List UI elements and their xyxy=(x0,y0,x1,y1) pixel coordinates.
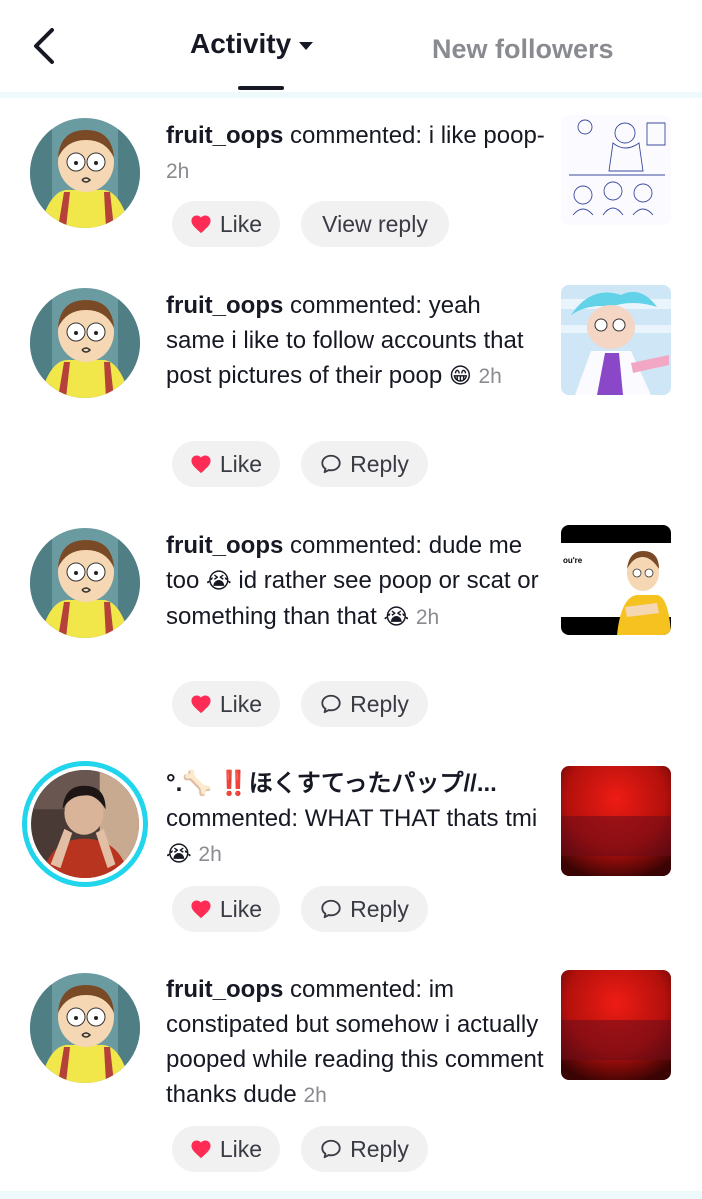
username[interactable]: fruit_oops xyxy=(166,122,283,149)
crying-emoji: 😭 xyxy=(206,569,232,594)
reply-label: Reply xyxy=(350,450,409,477)
heart-icon xyxy=(191,900,211,919)
like-button[interactable]: Like xyxy=(172,441,280,487)
morty-cartoon-thumbnail[interactable]: ou're xyxy=(561,525,671,635)
timestamp: 2h xyxy=(415,606,440,629)
comment-text: commented: i like poop- xyxy=(283,122,545,149)
notification-text: fruit_oops commented: yeah same i like t… xyxy=(166,288,546,394)
comment-text: commented: WHAT THAT thats tmi xyxy=(166,805,538,832)
photo-avatar[interactable] xyxy=(22,761,148,887)
sketch-thumbnail[interactable] xyxy=(561,115,671,225)
speech-bubble-icon xyxy=(321,1139,341,1159)
username[interactable]: fruit_oops xyxy=(166,532,283,559)
timestamp: 2h xyxy=(166,160,190,183)
view-reply-button[interactable]: View reply xyxy=(301,201,449,247)
like-button[interactable]: Like xyxy=(172,1126,280,1172)
reply-button[interactable]: Reply xyxy=(301,886,428,932)
speech-bubble-icon xyxy=(321,694,341,714)
avatar-photo xyxy=(31,770,139,878)
tab-activity[interactable]: Activity xyxy=(190,28,314,60)
username[interactable]: fruit_oops xyxy=(166,292,283,319)
morty-avatar[interactable] xyxy=(30,973,140,1083)
back-arrow-icon[interactable] xyxy=(28,26,64,66)
heart-icon xyxy=(191,215,211,234)
red-thumbnail[interactable] xyxy=(561,970,671,1080)
heart-icon xyxy=(191,1140,211,1159)
timestamp: 2h xyxy=(198,843,222,866)
like-label: Like xyxy=(219,210,263,237)
divider xyxy=(0,1191,702,1199)
username[interactable]: fruit_oops xyxy=(166,976,283,1003)
notification-text: fruit_oops commented: im constipated but… xyxy=(166,972,546,1113)
like-label: Like xyxy=(219,1135,263,1162)
morty-avatar[interactable] xyxy=(30,528,140,638)
morty-avatar[interactable] xyxy=(30,118,140,228)
like-label: Like xyxy=(219,690,263,717)
like-label: Like xyxy=(219,895,263,922)
like-button[interactable]: Like xyxy=(172,886,280,932)
tab-activity-label: Activity xyxy=(190,28,292,59)
reply-label: Reply xyxy=(350,1135,409,1162)
timestamp: 2h xyxy=(478,365,502,388)
thumbnail-caption: ou're xyxy=(563,556,583,565)
crying-emoji: 😭 xyxy=(383,605,410,630)
reply-label: Reply xyxy=(350,895,409,922)
like-button[interactable]: Like xyxy=(172,201,280,247)
active-tab-indicator xyxy=(238,86,284,90)
heart-icon xyxy=(191,455,211,474)
red-thumbnail[interactable] xyxy=(561,766,671,876)
crying-emoji: 😭 xyxy=(166,842,192,867)
speech-bubble-icon xyxy=(321,899,341,919)
rick-art-thumbnail[interactable] xyxy=(561,285,671,395)
speech-bubble-icon xyxy=(321,454,341,474)
divider xyxy=(0,92,702,98)
timestamp: 2h xyxy=(303,1084,327,1107)
reply-button[interactable]: Reply xyxy=(301,1126,428,1172)
grin-emoji: 😁 xyxy=(448,364,472,389)
like-label: Like xyxy=(219,450,263,477)
heart-icon xyxy=(191,695,211,714)
reply-button[interactable]: Reply xyxy=(301,681,428,727)
notification-text: °.🦴 ‼️ほくすてったパップ//... commented: WHAT THA… xyxy=(166,766,546,872)
like-button[interactable]: Like xyxy=(172,681,280,727)
caret-down-icon xyxy=(299,42,314,50)
reply-label: Reply xyxy=(350,690,409,717)
username[interactable]: °.🦴 ‼️ほくすてったパップ//... xyxy=(166,770,497,797)
tab-new-followers[interactable]: New followers xyxy=(432,34,702,65)
notification-text: fruit_oops commented: i like poop- 2h xyxy=(166,118,546,189)
view-reply-label: View reply xyxy=(322,210,428,237)
morty-avatar[interactable] xyxy=(30,288,140,398)
notification-text: fruit_oops commented: dude me too 😭 id r… xyxy=(166,528,546,635)
top-bar: Activity New followers xyxy=(0,0,702,92)
reply-button[interactable]: Reply xyxy=(301,441,428,487)
